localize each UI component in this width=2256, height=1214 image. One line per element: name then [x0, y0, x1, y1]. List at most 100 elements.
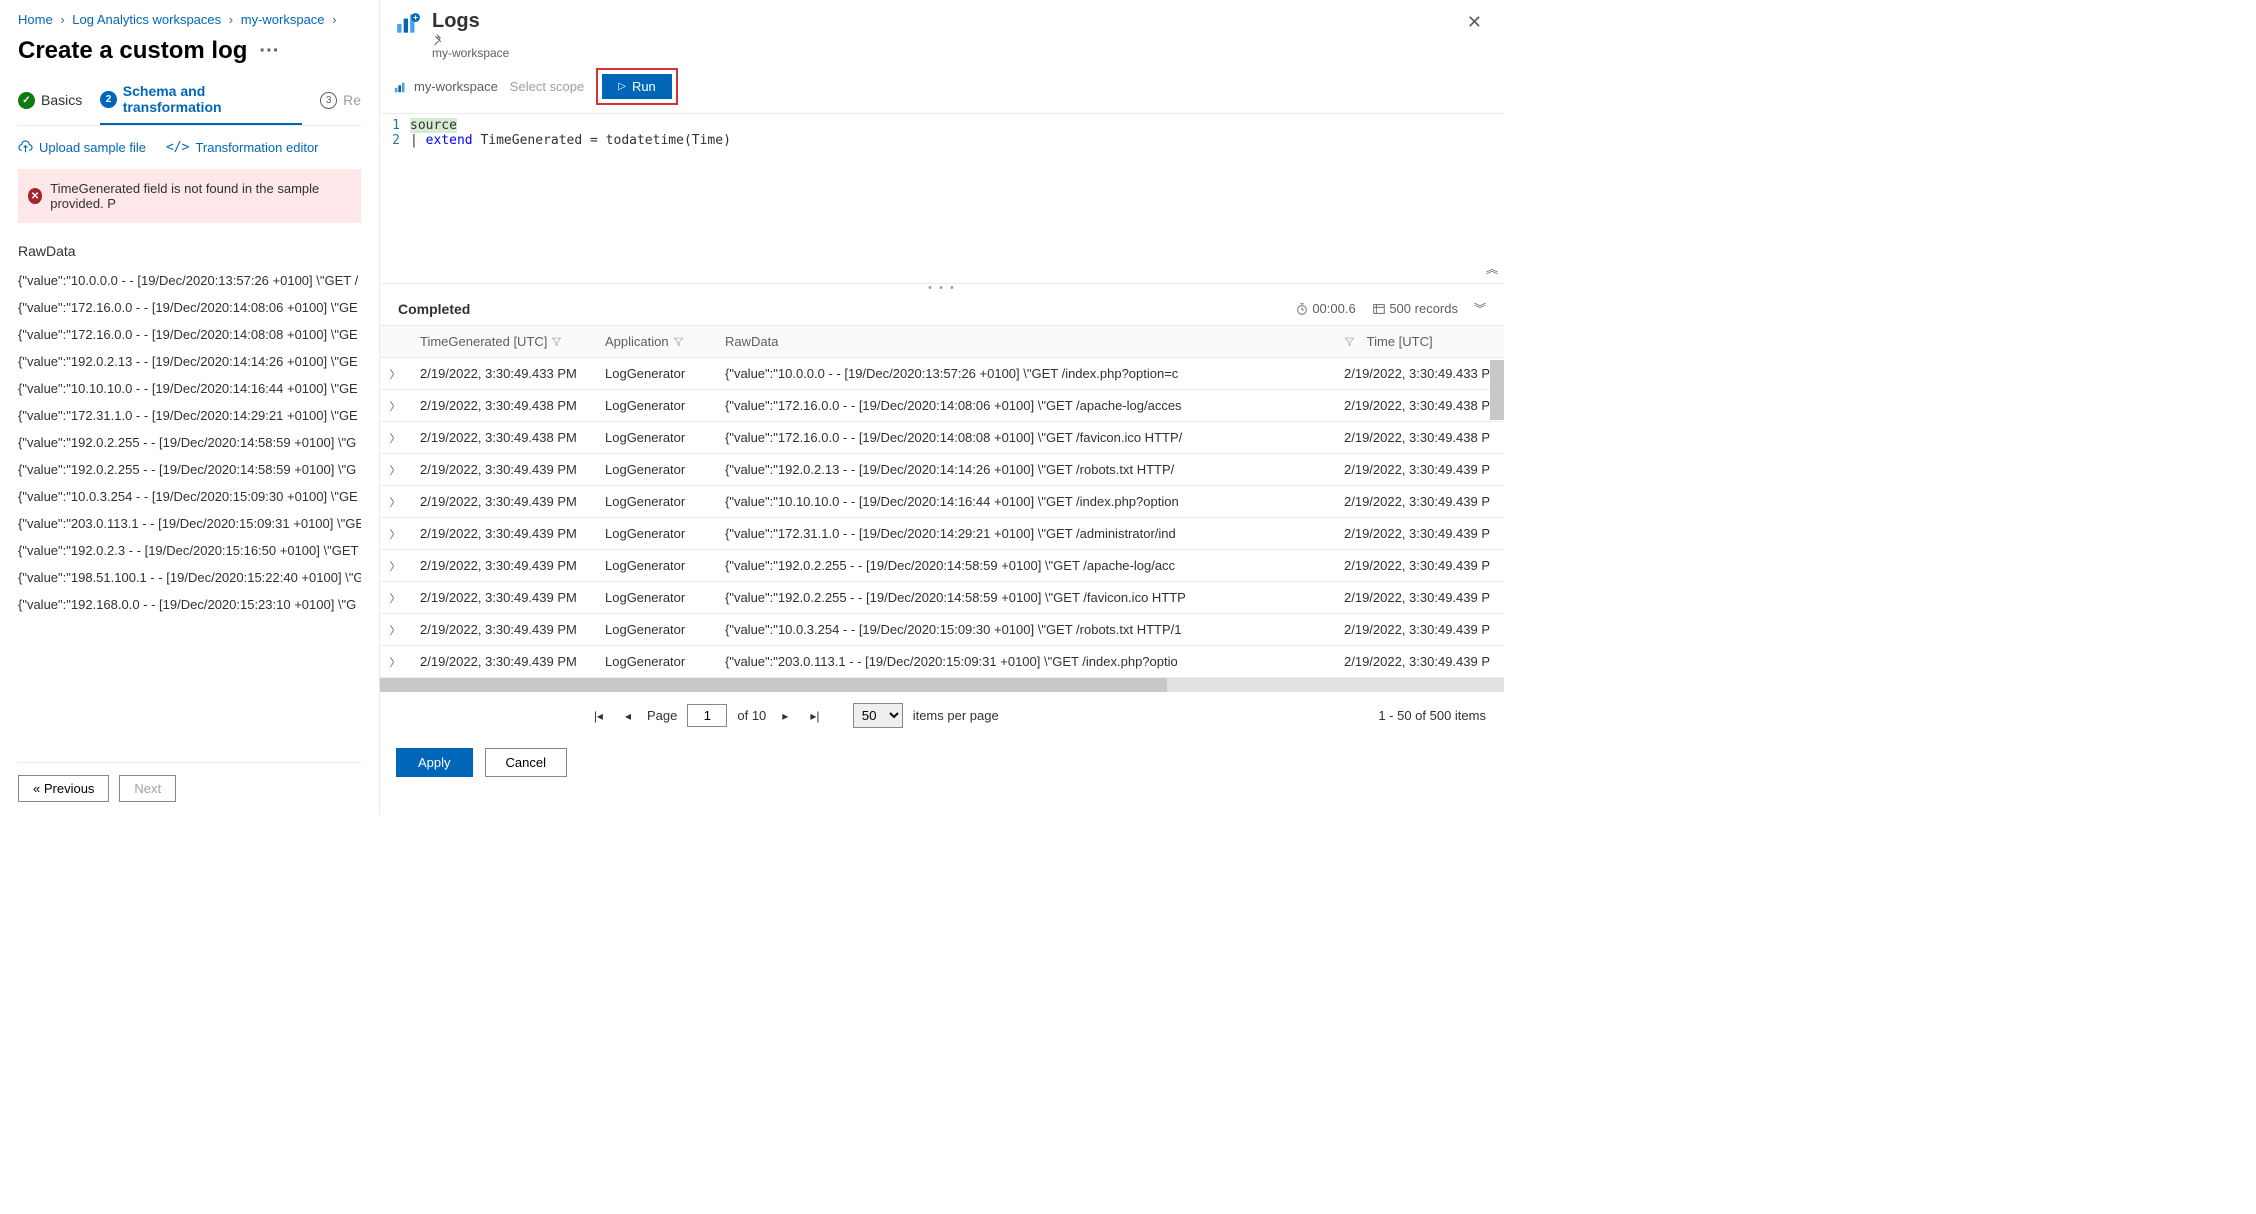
expand-row-icon[interactable]: 〉 [380, 366, 410, 382]
rawdata-row[interactable]: {"value":"172.31.1.0 - - [19/Dec/2020:14… [18, 402, 361, 429]
cell-raw: {"value":"10.10.10.0 - - [19/Dec/2020:14… [715, 486, 1334, 517]
table-row[interactable]: 〉2/19/2022, 3:30:49.439 PMLogGenerator{"… [380, 550, 1504, 582]
scope-chip[interactable]: my-workspace [394, 79, 498, 94]
breadcrumb: Home › Log Analytics workspaces › my-wor… [18, 12, 361, 27]
cell-time2: 2/19/2022, 3:30:49.439 P [1334, 518, 1504, 549]
apply-row: Apply Cancel [380, 738, 1504, 787]
rawdata-row[interactable]: {"value":"10.0.3.254 - - [19/Dec/2020:15… [18, 483, 361, 510]
drag-handle-icon[interactable]: • • • [380, 284, 1504, 292]
step-review[interactable]: 3 Re [320, 83, 361, 125]
rawdata-row[interactable]: {"value":"192.0.2.3 - - [19/Dec/2020:15:… [18, 537, 361, 564]
code-icon: </> [166, 140, 189, 155]
rawdata-row[interactable]: {"value":"10.0.0.0 - - [19/Dec/2020:13:5… [18, 267, 361, 294]
select-scope-link[interactable]: Select scope [510, 79, 584, 94]
cell-app: LogGenerator [595, 646, 715, 677]
table-row[interactable]: 〉2/19/2022, 3:30:49.439 PMLogGenerator{"… [380, 518, 1504, 550]
filter-icon[interactable] [1344, 336, 1355, 347]
pin-icon[interactable] [432, 33, 509, 46]
expand-row-icon[interactable]: 〉 [380, 590, 410, 606]
col-application[interactable]: Application [595, 326, 715, 357]
next-page-button[interactable]: ▸ [776, 708, 794, 724]
upload-sample-button[interactable]: Upload sample file [18, 140, 146, 155]
line-number: 2 [380, 133, 410, 148]
table-row[interactable]: 〉2/19/2022, 3:30:49.439 PMLogGenerator{"… [380, 646, 1504, 678]
rawdata-row[interactable]: {"value":"192.168.0.0 - - [19/Dec/2020:1… [18, 591, 361, 618]
query-editor[interactable]: 1 source 2 | extend TimeGenerated = toda… [380, 114, 1504, 284]
cell-raw: {"value":"172.16.0.0 - - [19/Dec/2020:14… [715, 422, 1334, 453]
close-icon[interactable]: ✕ [1461, 10, 1488, 35]
cell-time2: 2/19/2022, 3:30:49.438 P [1334, 390, 1504, 421]
cell-app: LogGenerator [595, 486, 715, 517]
collapse-editor-icon[interactable]: ︽ [1486, 260, 1498, 277]
expand-row-icon[interactable]: 〉 [380, 558, 410, 574]
step-label: Basics [41, 92, 82, 108]
filter-icon[interactable] [551, 336, 562, 347]
page-title: Create a custom log ··· [18, 37, 361, 65]
expand-results-icon[interactable]: ︾ [1474, 300, 1486, 317]
step-schema[interactable]: 2 Schema and transformation [100, 83, 302, 125]
next-button[interactable]: Next [119, 775, 176, 802]
col-time[interactable]: TimeGenerated [UTC] [410, 326, 595, 357]
query-status: Completed [398, 301, 470, 317]
horizontal-scrollbar[interactable] [380, 678, 1504, 692]
rawdata-row[interactable]: {"value":"192.0.2.255 - - [19/Dec/2020:1… [18, 429, 361, 456]
cell-time: 2/19/2022, 3:30:49.439 PM [410, 582, 595, 613]
cell-time2: 2/19/2022, 3:30:49.439 P [1334, 582, 1504, 613]
apply-button[interactable]: Apply [396, 748, 473, 777]
last-page-button[interactable]: ▸| [804, 708, 825, 724]
table-row[interactable]: 〉2/19/2022, 3:30:49.438 PMLogGenerator{"… [380, 390, 1504, 422]
expand-row-icon[interactable]: 〉 [380, 654, 410, 670]
rawdata-row[interactable]: {"value":"203.0.113.1 - - [19/Dec/2020:1… [18, 510, 361, 537]
transformation-editor-button[interactable]: </> Transformation editor [166, 140, 319, 155]
cell-time: 2/19/2022, 3:30:49.438 PM [410, 390, 595, 421]
results-table: TimeGenerated [UTC] Application RawData … [380, 325, 1504, 692]
table-row[interactable]: 〉2/19/2022, 3:30:49.439 PMLogGenerator{"… [380, 454, 1504, 486]
page-input[interactable] [687, 704, 727, 727]
prev-page-button[interactable]: ◂ [619, 708, 637, 724]
previous-button[interactable]: « Previous [18, 775, 109, 802]
expand-row-icon[interactable]: 〉 [380, 398, 410, 414]
cell-raw: {"value":"10.0.3.254 - - [19/Dec/2020:15… [715, 614, 1334, 645]
cell-time2: 2/19/2022, 3:30:49.439 P [1334, 550, 1504, 581]
first-page-button[interactable]: |◂ [588, 708, 609, 724]
rawdata-row[interactable]: {"value":"192.0.2.13 - - [19/Dec/2020:14… [18, 348, 361, 375]
table-row[interactable]: 〉2/19/2022, 3:30:49.439 PMLogGenerator{"… [380, 486, 1504, 518]
expand-row-icon[interactable]: 〉 [380, 622, 410, 638]
cloud-upload-icon [18, 140, 33, 155]
more-icon[interactable]: ··· [259, 40, 279, 63]
step-label: Schema and transformation [123, 83, 302, 115]
cell-app: LogGenerator [595, 582, 715, 613]
filter-icon[interactable] [673, 336, 684, 347]
table-header: TimeGenerated [UTC] Application RawData … [380, 326, 1504, 358]
breadcrumb-home[interactable]: Home [18, 12, 53, 27]
expand-row-icon[interactable]: 〉 [380, 462, 410, 478]
col-rawdata[interactable]: RawData [715, 326, 1334, 357]
rawdata-row[interactable]: {"value":"198.51.100.1 - - [19/Dec/2020:… [18, 564, 361, 591]
col-time2[interactable]: Time [UTC] [1334, 326, 1504, 357]
page-range: 1 - 50 of 500 items [1378, 708, 1486, 723]
breadcrumb-workspace[interactable]: my-workspace [241, 12, 325, 27]
play-icon: ▷ [618, 81, 626, 92]
expand-row-icon[interactable]: 〉 [380, 526, 410, 542]
page-size-select[interactable]: 50 [853, 703, 903, 728]
rawdata-row[interactable]: {"value":"192.0.2.255 - - [19/Dec/2020:1… [18, 456, 361, 483]
table-row[interactable]: 〉2/19/2022, 3:30:49.439 PMLogGenerator{"… [380, 582, 1504, 614]
rawdata-row[interactable]: {"value":"10.10.10.0 - - [19/Dec/2020:14… [18, 375, 361, 402]
expand-row-icon[interactable]: 〉 [380, 494, 410, 510]
line-number: 1 [380, 118, 410, 133]
cancel-button[interactable]: Cancel [485, 748, 567, 777]
table-row[interactable]: 〉2/19/2022, 3:30:49.433 PMLogGenerator{"… [380, 358, 1504, 390]
table-row[interactable]: 〉2/19/2022, 3:30:49.438 PMLogGenerator{"… [380, 422, 1504, 454]
expand-row-icon[interactable]: 〉 [380, 430, 410, 446]
vertical-scrollbar[interactable] [1490, 360, 1504, 704]
breadcrumb-workspaces[interactable]: Log Analytics workspaces [72, 12, 221, 27]
results-header: Completed 00:00.6 500 records ︾ [380, 292, 1504, 325]
editor-token: source [410, 118, 457, 133]
items-per-page-label: items per page [913, 708, 999, 723]
table-row[interactable]: 〉2/19/2022, 3:30:49.439 PMLogGenerator{"… [380, 614, 1504, 646]
run-button[interactable]: ▷ Run [602, 74, 672, 99]
step-basics[interactable]: ✓ Basics [18, 83, 82, 125]
rawdata-row[interactable]: {"value":"172.16.0.0 - - [19/Dec/2020:14… [18, 321, 361, 348]
rawdata-row[interactable]: {"value":"172.16.0.0 - - [19/Dec/2020:14… [18, 294, 361, 321]
cell-time: 2/19/2022, 3:30:49.439 PM [410, 518, 595, 549]
